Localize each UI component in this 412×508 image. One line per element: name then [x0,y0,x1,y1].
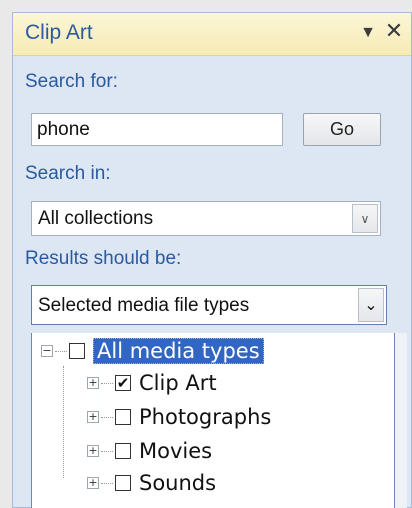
results-select[interactable]: Selected media file types ⌄ [31,285,387,325]
expand-icon[interactable]: + [87,477,99,489]
tree-row-root[interactable]: − All media types [41,337,264,365]
tree-row-sounds[interactable]: + Sounds [87,469,216,497]
pane-title: Clip Art [25,21,93,44]
tree-row-movies[interactable]: + Movies [87,437,212,465]
collapse-icon[interactable]: − [41,345,53,357]
tree-row-clip-art[interactable]: + ✔ Clip Art [87,369,217,397]
checkbox-sounds[interactable] [115,475,131,491]
search-in-value: All collections [38,208,154,229]
chevron-down-icon[interactable]: ⌄ [358,288,384,322]
chevron-down-icon[interactable]: ∨ [352,204,378,233]
tree-label-movies[interactable]: Movies [139,439,212,463]
search-for-label: Search for: [25,71,118,92]
pane-menu-icon[interactable]: ▼ [359,24,377,42]
checkbox-movies[interactable] [115,443,131,459]
search-input[interactable]: phone [31,113,283,146]
tree-connector [63,366,64,478]
expand-icon[interactable]: + [87,411,99,423]
checkbox-clip-art[interactable]: ✔ [115,375,131,391]
tree-label-photographs[interactable]: Photographs [139,405,271,429]
tree-label-sounds[interactable]: Sounds [139,471,216,495]
checkbox-photographs[interactable] [115,409,131,425]
expand-icon[interactable]: + [87,445,99,457]
checkbox-all-media-types[interactable] [69,343,85,359]
search-in-select[interactable]: All collections ∨ [31,201,381,236]
close-icon[interactable]: ✕ [383,20,405,42]
results-value: Selected media file types [38,295,250,316]
tree-label-clip-art[interactable]: Clip Art [139,371,217,395]
search-in-label: Search in: [25,163,111,184]
expand-icon[interactable]: + [87,377,99,389]
go-button[interactable]: Go [303,113,381,146]
clip-art-pane: Clip Art ▼ ✕ Search for: phone Go Search… [12,12,412,508]
pane-titlebar: Clip Art ▼ ✕ [13,13,411,56]
tree-row-photographs[interactable]: + Photographs [87,403,271,431]
results-label: Results should be: [25,248,182,269]
tree-scrollbar[interactable] [395,333,407,508]
tree-label-all-media-types[interactable]: All media types [93,338,264,364]
